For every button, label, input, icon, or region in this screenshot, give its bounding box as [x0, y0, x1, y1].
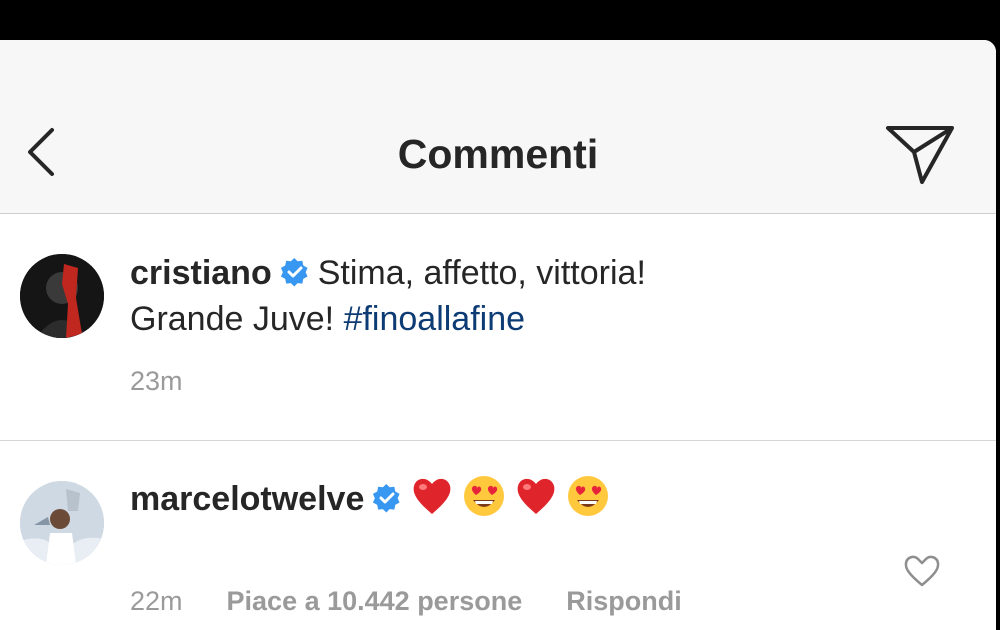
heart-like-icon[interactable] [902, 553, 942, 589]
comment-text: marcelotwelve [130, 474, 830, 522]
page-title: Commenti [397, 131, 599, 177]
avatar-image [20, 254, 104, 338]
header: Commenti [0, 40, 996, 214]
comment-meta: 23m [130, 366, 227, 397]
comment-text: cristiano Stima, affetto, vittoria! Grand… [130, 250, 830, 342]
verified-badge-icon [373, 483, 400, 513]
heart-eyes-emoji-icon [464, 476, 505, 516]
avatar[interactable] [20, 254, 104, 338]
username[interactable]: cristiano [130, 254, 272, 292]
username[interactable]: marcelotwelve [130, 480, 364, 518]
heart-eyes-emoji-icon [568, 476, 609, 516]
timestamp: 22m [130, 586, 183, 616]
comments-screen: Commenti cristiano Stima, affetto, vittor… [0, 40, 996, 630]
likes-count-link[interactable]: Piace a 10.442 persone [227, 586, 523, 616]
caption-comment: cristiano Stima, affetto, vittoria! Grand… [0, 214, 996, 441]
comment-line-1: Stima, affetto, vittoria! [317, 254, 646, 292]
comment-line-2: Grande Juve! [130, 300, 344, 338]
comment-meta: 22m Piace a 10.442 persone Rispondi [130, 586, 726, 617]
share-icon[interactable] [880, 118, 960, 188]
avatar[interactable] [20, 481, 104, 565]
hashtag-link[interactable]: #finoallafine [344, 300, 525, 338]
avatar-image [20, 481, 104, 565]
red-heart-icon [517, 478, 555, 514]
comment-row: marcelotwelve 22m Piace a 10.442 persone R… [0, 441, 996, 630]
verified-badge-icon [280, 257, 308, 287]
red-heart-icon [413, 478, 451, 514]
reply-button[interactable]: Rispondi [566, 586, 682, 616]
timestamp: 23m [130, 366, 183, 396]
